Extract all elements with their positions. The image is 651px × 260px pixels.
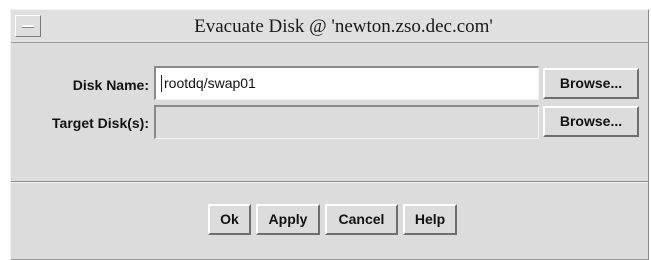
separator: [11, 181, 648, 183]
window-menu-icon: [22, 25, 34, 28]
text-cursor: [161, 75, 162, 92]
window-title: Evacuate Disk @ 'newton.zso.dec.com': [194, 16, 493, 37]
window-menu-button[interactable]: [15, 15, 41, 37]
disk-name-value: rootdq/swap01: [164, 75, 256, 91]
browse-disk-name-button[interactable]: Browse...: [543, 68, 639, 99]
ok-button[interactable]: Ok: [208, 204, 251, 235]
browse-target-disks-button[interactable]: Browse...: [543, 106, 639, 137]
title-bar: Evacuate Disk @ 'newton.zso.dec.com': [11, 10, 648, 43]
apply-button[interactable]: Apply: [256, 204, 320, 235]
disk-name-label: Disk Name:: [72, 77, 149, 93]
target-disks-input[interactable]: [154, 105, 539, 139]
help-button[interactable]: Help: [403, 204, 457, 235]
evacuate-disk-dialog: Evacuate Disk @ 'newton.zso.dec.com' Dis…: [10, 9, 649, 260]
cancel-button[interactable]: Cancel: [325, 204, 398, 235]
target-disks-label: Target Disk(s):: [52, 115, 149, 131]
disk-name-input[interactable]: rootdq/swap01: [154, 66, 539, 100]
